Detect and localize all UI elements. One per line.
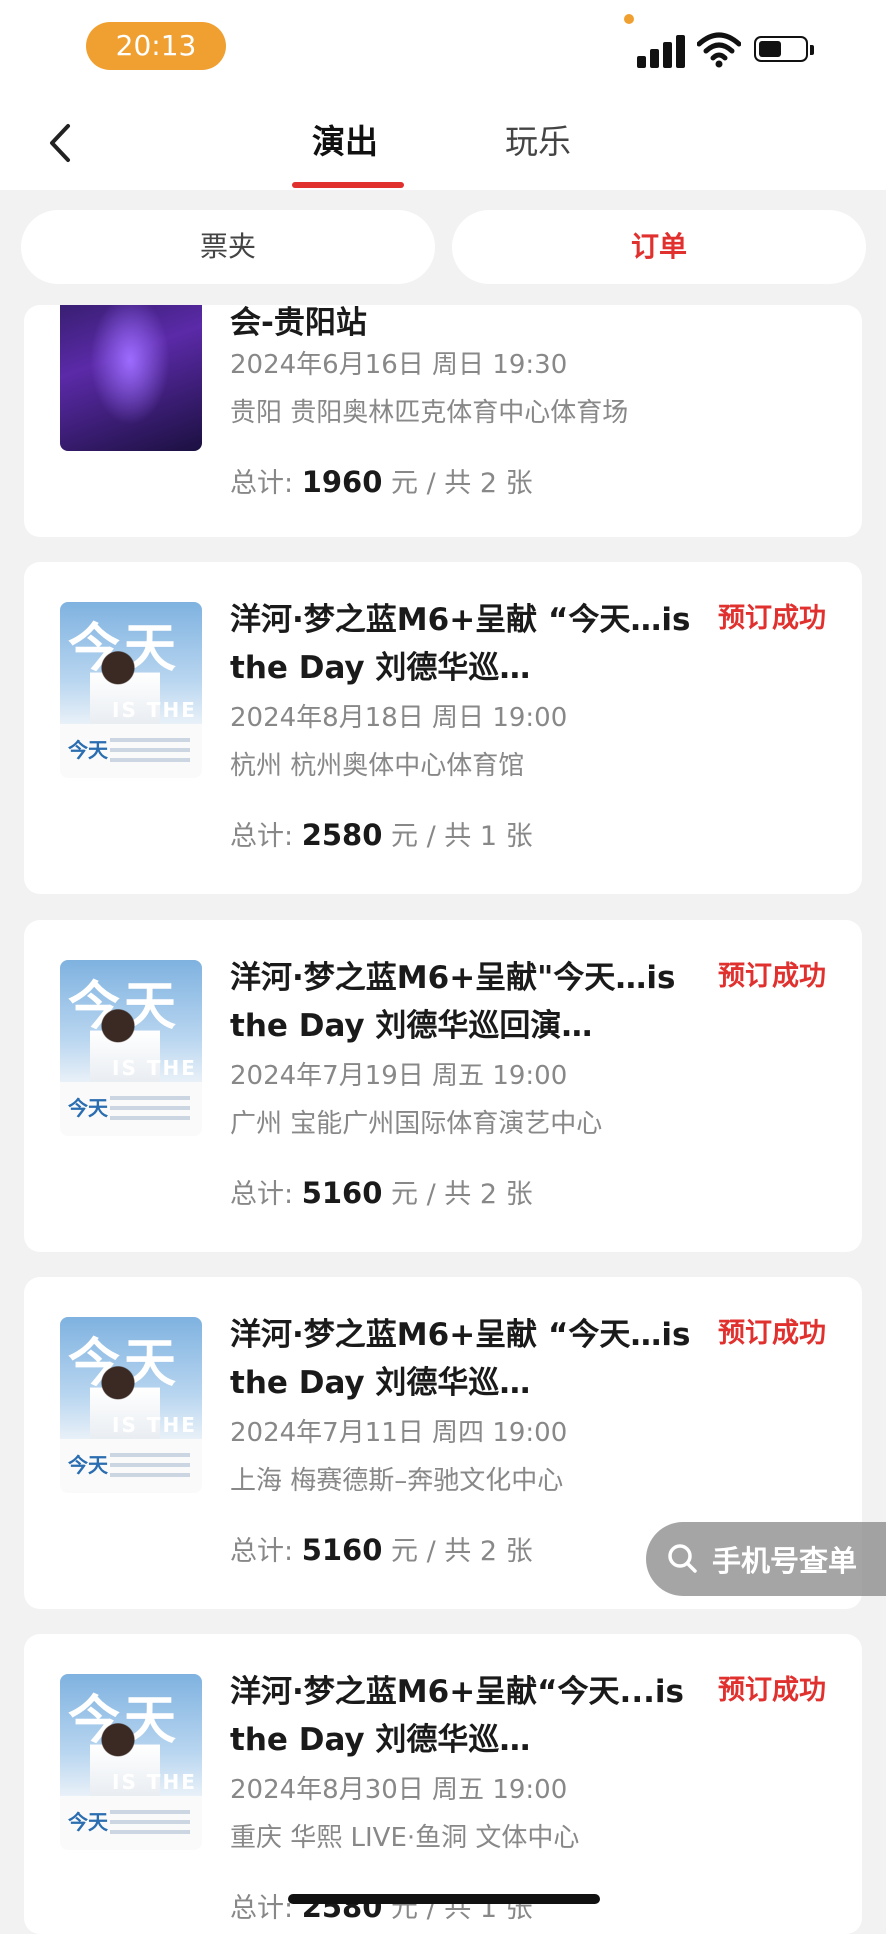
nav-header: 演出 玩乐 — [0, 100, 886, 190]
phone-lookup-label: 手机号查单 — [712, 1544, 858, 1578]
event-poster-image: 今天IS THE 今天 — [60, 1317, 202, 1493]
order-venue: 上海 梅赛德斯–奔驰文化中心 — [230, 1466, 564, 1496]
segment-bar: 票夹 订单 — [0, 190, 886, 305]
order-title: 洋河·梦之蓝M6+呈献“今天...is the Day 刘德华巡… — [230, 1674, 684, 1758]
order-total: 总计: 5160 元 / 共 2 张 — [230, 1533, 533, 1567]
watermark-logo: 闲鱼 — [768, 1802, 850, 1850]
event-poster-image — [60, 305, 202, 451]
tab-entertainment[interactable]: 玩乐 — [505, 120, 571, 164]
back-arrow-icon[interactable] — [40, 118, 80, 168]
order-title: 洋河·梦之蓝M6+呈献"今天…is the Day 刘德华巡回演… — [230, 960, 676, 1044]
phone-lookup-button[interactable]: 手机号查单 — [646, 1522, 886, 1596]
order-card[interactable]: 今天IS THE 今天 洋河·梦之蓝M6+呈献 “今天…is the Day 刘… — [24, 562, 862, 894]
order-total: 总计: 2580 元 / 共 1 张 — [230, 818, 533, 852]
event-poster-image: 今天IS THE 今天 — [60, 960, 202, 1136]
order-total: 总计: 2580 元 / 共 1 张 — [230, 1890, 533, 1924]
order-amount: 1960 — [301, 465, 383, 499]
privacy-indicator-dot — [624, 14, 634, 24]
order-total: 总计: 5160 元 / 共 2 张 — [230, 1176, 533, 1210]
order-venue: 广州 宝能广州国际体育演艺中心 — [230, 1109, 603, 1139]
order-status: 预订成功 — [718, 1318, 826, 1349]
tab-active-indicator — [292, 182, 404, 188]
status-bar: 20:13 — [0, 0, 886, 100]
order-status: 预订成功 — [718, 603, 826, 634]
order-datetime: 2024年7月19日 周五 19:00 — [230, 1061, 568, 1091]
order-amount: 2580 — [301, 818, 383, 852]
ticket-wallet-button[interactable]: 票夹 — [21, 210, 435, 284]
battery-icon — [754, 36, 818, 64]
status-time: 20:13 — [86, 22, 226, 70]
tab-performance[interactable]: 演出 — [312, 120, 378, 164]
event-poster-image: 今天IS THE 今天 — [60, 1674, 202, 1850]
order-venue: 杭州 杭州奥体中心体育馆 — [230, 751, 525, 781]
order-status: 预订成功 — [718, 1675, 826, 1706]
orders-button[interactable]: 订单 — [452, 210, 866, 284]
order-datetime: 2024年6月16日 周日 19:30 — [230, 350, 568, 380]
event-poster-image: 今天IS THE 今天 — [60, 602, 202, 778]
order-amount: 5160 — [301, 1533, 383, 1567]
cellular-signal-icon — [637, 34, 685, 68]
search-icon — [668, 1544, 697, 1573]
order-venue: 贵阳 贵阳奥林匹克体育中心体育场 — [230, 398, 629, 428]
watermark-text: 闲鱼号：水煮酸菜牛 — [620, 1866, 836, 1894]
order-datetime: 2024年8月18日 周日 19:00 — [230, 703, 568, 733]
order-card[interactable]: 会-贵阳站 2024年6月16日 周日 19:30 贵阳 贵阳奥林匹克体育中心体… — [24, 305, 862, 537]
home-indicator[interactable] — [288, 1894, 600, 1904]
order-status: 预订成功 — [718, 961, 826, 992]
order-card[interactable]: 今天IS THE 今天 洋河·梦之蓝M6+呈献"今天…is the Day 刘德… — [24, 920, 862, 1252]
order-datetime: 2024年8月30日 周五 19:00 — [230, 1775, 568, 1805]
wifi-icon — [697, 32, 741, 68]
order-total: 总计: 1960 元 / 共 2 张 — [230, 465, 533, 499]
order-datetime: 2024年7月11日 周四 19:00 — [230, 1418, 568, 1448]
order-title: 洋河·梦之蓝M6+呈献 “今天…is the Day 刘德华巡… — [230, 602, 691, 686]
order-amount: 5160 — [301, 1176, 383, 1210]
order-title: 洋河·梦之蓝M6+呈献 “今天…is the Day 刘德华巡… — [230, 1317, 691, 1401]
order-title: 会-贵阳站 — [230, 305, 367, 341]
order-venue: 重庆 华熙 LIVE·鱼洞 文体中心 — [230, 1823, 580, 1853]
